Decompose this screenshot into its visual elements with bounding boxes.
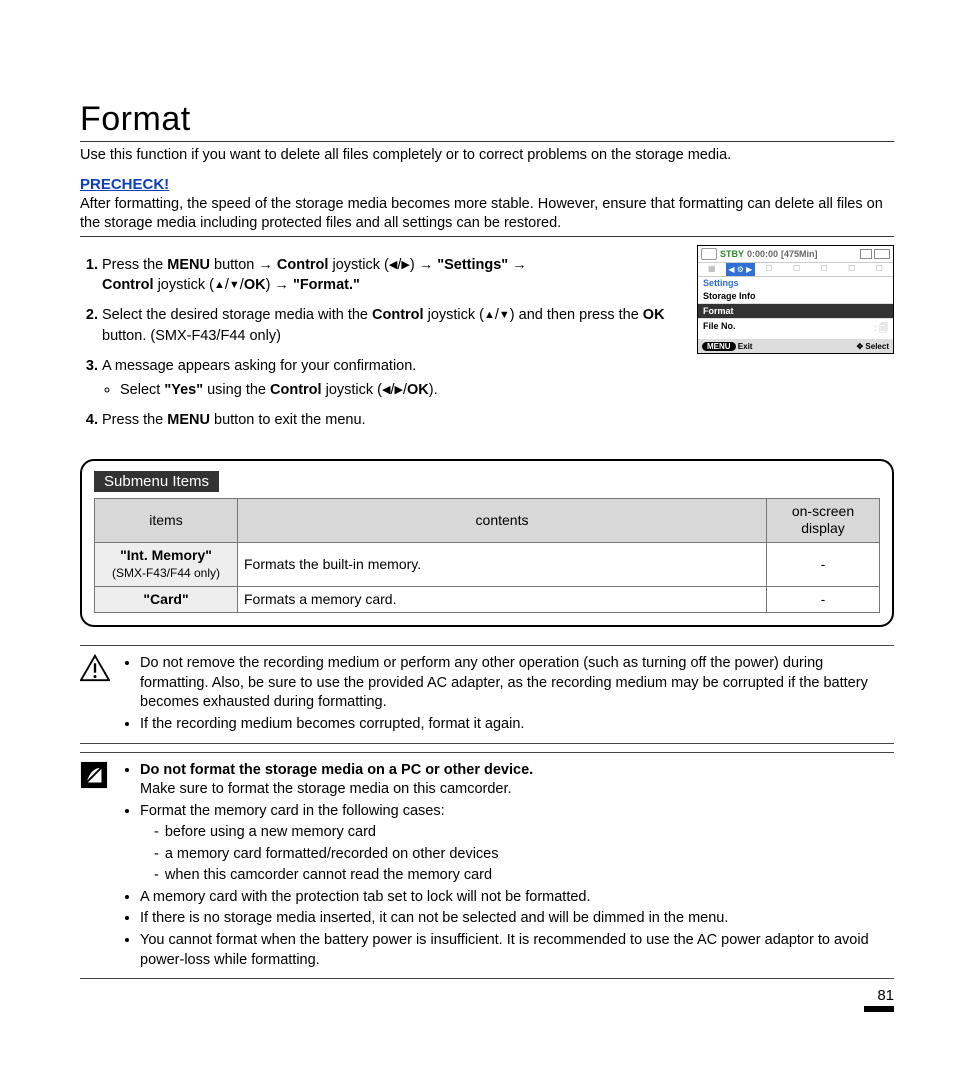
note-bullet-1: Do not format the storage media on a PC … [140, 761, 894, 800]
settings-tab-icon: ◀ ⚙ ▶ [726, 263, 756, 276]
device-item-storage: Storage Info [698, 289, 893, 304]
step-3-bullet: Select "Yes" using the Control joystick … [120, 380, 687, 400]
page-number-block: 81 [80, 987, 894, 1012]
note-bullet-5: You cannot format when the battery power… [140, 931, 894, 970]
device-time: 0:00:00 [747, 249, 778, 259]
device-footer: MENU Exit ✥ Select [698, 340, 893, 353]
table-row: "Card" Formats a memory card. - [95, 586, 880, 613]
submenu-box: Submenu Items items contents on-screen d… [80, 459, 894, 628]
note-icon [80, 761, 110, 789]
camera-icon [701, 248, 717, 260]
steps-list: Press the MENU button → Control joystick… [80, 255, 687, 431]
page-number: 81 [877, 987, 894, 1004]
precheck-label: PRECHECK! [80, 176, 894, 193]
note-dash-1: before using a new memory card [166, 823, 894, 843]
col-items: items [95, 498, 238, 542]
precheck-text: After formatting, the speed of the stora… [80, 195, 894, 234]
warning-box: Do not remove the recording medium or pe… [80, 645, 894, 743]
step-2: Select the desired storage media with th… [102, 305, 687, 346]
precheck-rule [80, 236, 894, 237]
step-1: Press the MENU button → Control joystick… [102, 255, 687, 296]
device-mins: [475Min] [781, 249, 818, 259]
warning-icon [80, 654, 110, 682]
note-bullet-3: A memory card with the protection tab se… [140, 888, 894, 908]
warn-bullet-2: If the recording medium becomes corrupte… [140, 715, 894, 735]
device-tab-label: Settings [698, 277, 893, 289]
note-bullet-4: If there is no storage media inserted, i… [140, 909, 894, 929]
device-item-fileno: File No.: 🗐 [698, 319, 893, 340]
submenu-table: items contents on-screen display "Int. M… [94, 498, 880, 614]
battery-icon [860, 249, 890, 259]
page-bar [864, 1006, 894, 1012]
intro-text: Use this function if you want to delete … [80, 146, 894, 166]
device-stby: STBY [720, 249, 744, 259]
step-4: Press the MENU button to exit the menu. [102, 410, 687, 430]
step-3: A message appears asking for your confir… [102, 356, 687, 401]
device-statusbar: STBY 0:00:00 [475Min] [698, 246, 893, 263]
note-bullet-2: Format the memory card in the following … [140, 802, 894, 886]
warn-bullet-1: Do not remove the recording medium or pe… [140, 654, 894, 713]
table-row: "Int. Memory"(SMX-F43/F44 only) Formats … [95, 542, 880, 586]
col-contents: contents [238, 498, 767, 542]
page-title: Format [80, 100, 894, 139]
submenu-label: Submenu Items [94, 471, 219, 492]
device-item-format: Format [698, 304, 893, 319]
note-dash-2: a memory card formatted/recorded on othe… [166, 845, 894, 865]
device-menu-list: Storage Info Format File No.: 🗐 [698, 289, 893, 340]
device-tabs: ▦ ◀ ⚙ ▶ ☐☐☐☐☐ [698, 263, 893, 277]
note-box: Do not format the storage media on a PC … [80, 752, 894, 980]
device-preview: STBY 0:00:00 [475Min] ▦ ◀ ⚙ ▶ ☐☐☐☐☐ Sett… [697, 245, 894, 354]
col-osd: on-screen display [767, 498, 880, 542]
note-dash-3: when this camcorder cannot read the memo… [166, 866, 894, 886]
title-rule [80, 141, 894, 142]
